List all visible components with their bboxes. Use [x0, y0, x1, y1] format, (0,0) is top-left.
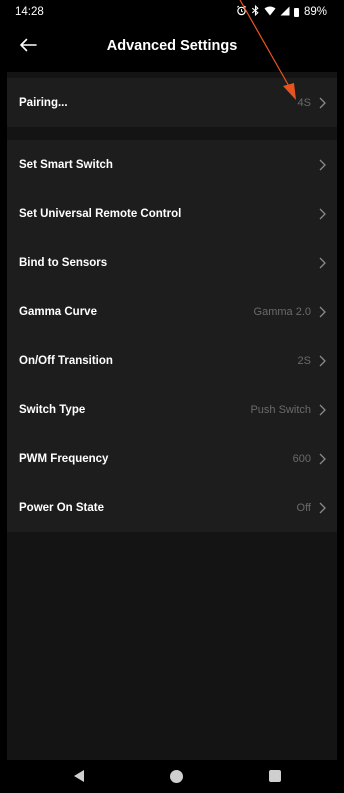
chevron-right-icon	[317, 403, 327, 417]
nav-home-icon[interactable]	[170, 770, 183, 783]
nav-back-icon[interactable]	[74, 770, 84, 782]
settings-row-set-smart-switch[interactable]: Set Smart Switch	[7, 140, 337, 189]
row-label: Bind to Sensors	[19, 256, 108, 269]
app-bar: Advanced Settings	[7, 24, 337, 72]
settings-row-switch-type[interactable]: Switch Type Push Switch	[7, 385, 337, 434]
settings-row-bind-to-sensors[interactable]: Bind to Sensors	[7, 238, 337, 287]
page-title: Advanced Settings	[106, 38, 238, 54]
row-value: 4S	[297, 96, 311, 109]
chevron-right-icon	[317, 207, 327, 221]
battery-percentage: 89%	[303, 6, 327, 18]
settings-row-power-on-state[interactable]: Power On State Off	[7, 483, 337, 532]
row-label: PWM Frequency	[19, 452, 109, 465]
settings-group-advanced: Set Smart Switch Set Universal Remote Co…	[7, 140, 337, 532]
row-label: Power On State	[19, 501, 104, 514]
row-label: Pairing...	[19, 96, 68, 109]
chevron-right-icon	[317, 158, 327, 172]
settings-group-pairing: Pairing... 4S	[7, 78, 337, 127]
chevron-right-icon	[317, 305, 327, 319]
row-value: 2S	[297, 354, 311, 367]
status-time: 14:28	[15, 6, 44, 18]
chevron-right-icon	[317, 452, 327, 466]
system-navigation-bar	[7, 760, 337, 793]
row-value: 600	[292, 452, 311, 465]
chevron-right-icon	[317, 256, 327, 270]
chevron-right-icon	[317, 354, 327, 368]
bluetooth-icon	[251, 4, 260, 19]
row-label: Set Smart Switch	[19, 158, 113, 171]
row-label: Switch Type	[19, 403, 86, 416]
row-value: Gamma 2.0	[253, 305, 311, 318]
row-label: Gamma Curve	[19, 305, 97, 318]
chevron-right-icon	[317, 96, 327, 110]
row-label: On/Off Transition	[19, 354, 113, 367]
row-label: Set Universal Remote Control	[19, 207, 182, 220]
status-icons: 89%	[236, 4, 327, 19]
alarm-icon	[236, 5, 247, 19]
row-value: Push Switch	[250, 403, 311, 416]
chevron-right-icon	[317, 501, 327, 515]
settings-row-pairing[interactable]: Pairing... 4S	[7, 78, 337, 127]
battery-icon	[293, 7, 299, 17]
app-screen: 14:28 89% Advanced Settings Pairing... 4…	[7, 0, 337, 793]
status-bar: 14:28 89%	[7, 0, 337, 24]
row-value: Off	[296, 501, 311, 514]
cell-signal-icon	[280, 6, 290, 19]
settings-row-pwm-frequency[interactable]: PWM Frequency 600	[7, 434, 337, 483]
settings-row-on-off-transition[interactable]: On/Off Transition 2S	[7, 336, 337, 385]
nav-recents-icon[interactable]	[269, 770, 281, 782]
wifi-icon	[264, 6, 276, 19]
settings-row-set-universal-remote-control[interactable]: Set Universal Remote Control	[7, 189, 337, 238]
settings-row-gamma-curve[interactable]: Gamma Curve Gamma 2.0	[7, 287, 337, 336]
